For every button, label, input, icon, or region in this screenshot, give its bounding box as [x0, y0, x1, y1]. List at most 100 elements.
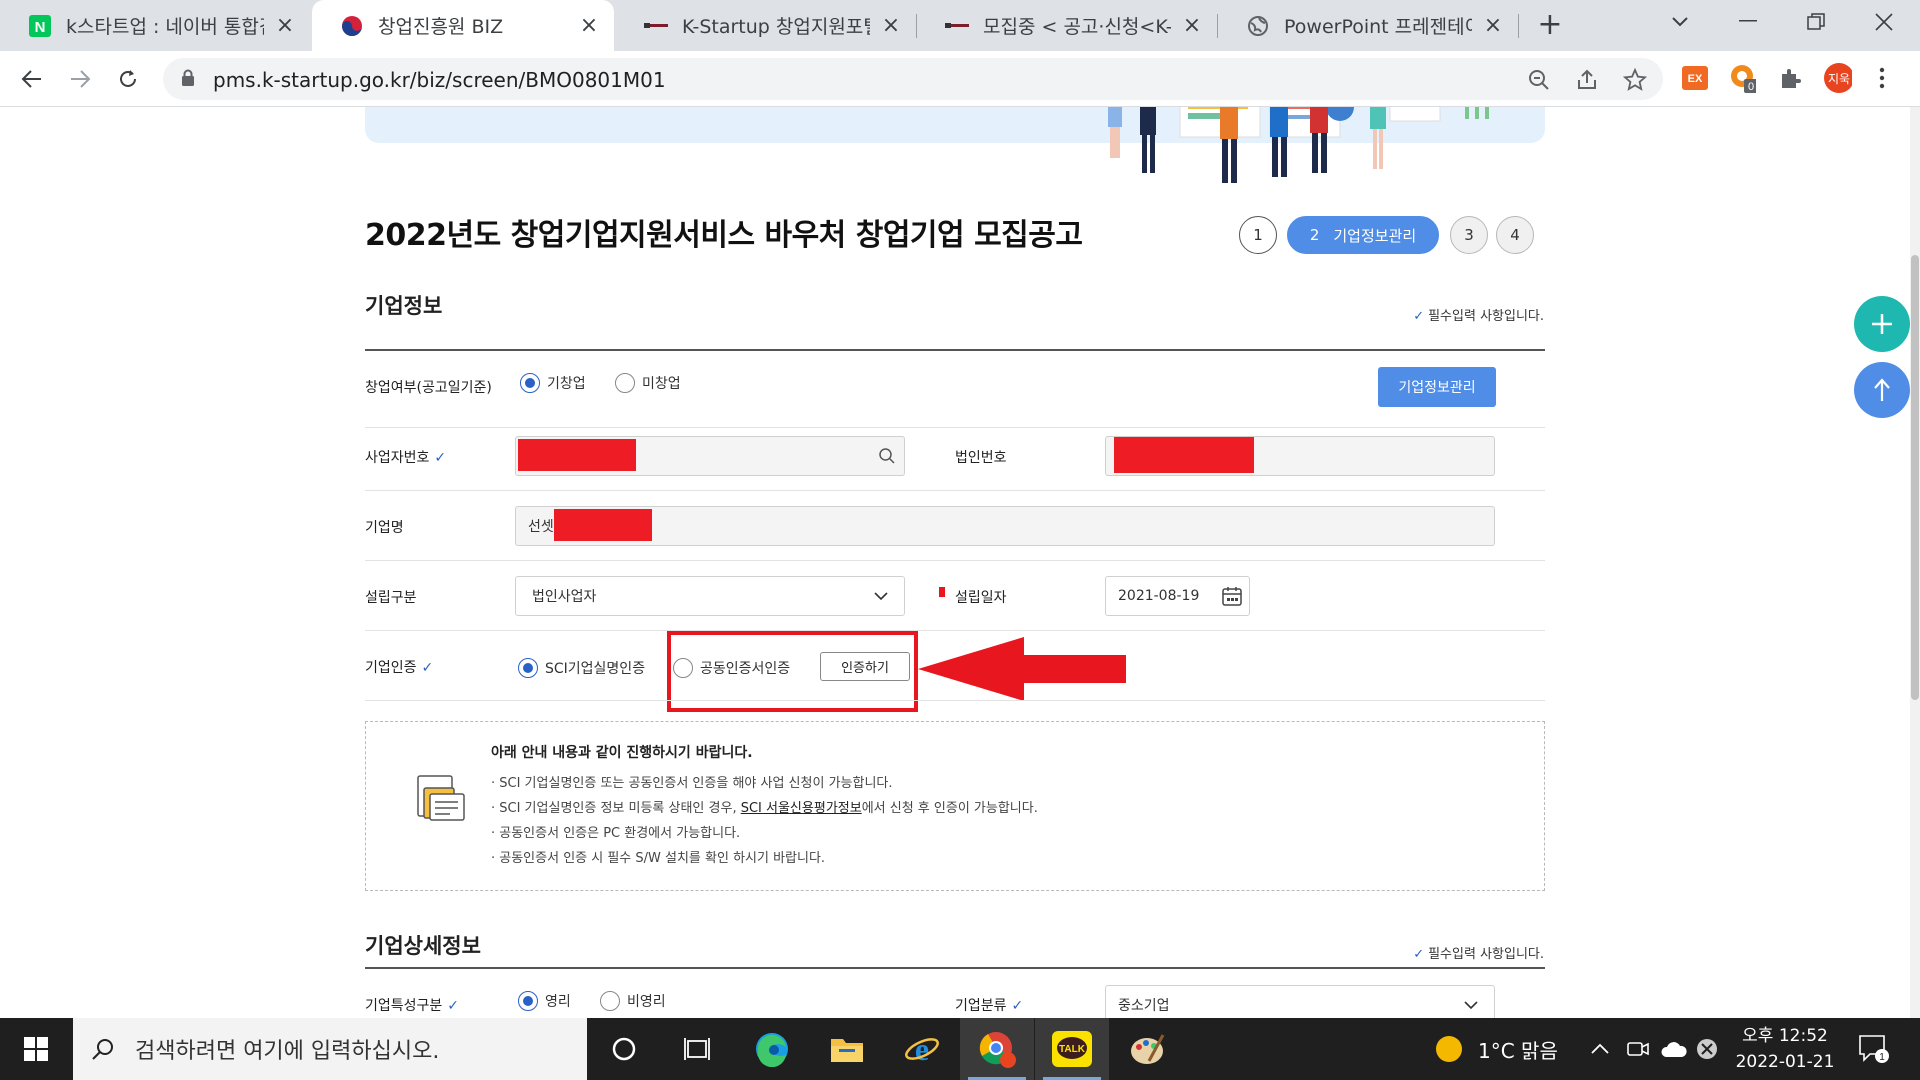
clock-time: 오후 12:52 [1742, 1026, 1828, 1046]
taskbar-edge[interactable] [735, 1018, 809, 1080]
est-type-label: 설립구분 [365, 590, 417, 606]
step-2-active[interactable]: 2 기업정보관리 [1287, 216, 1439, 254]
check-icon: ✓ [434, 450, 447, 466]
kstartup-icon [945, 14, 969, 38]
cortana-button[interactable] [587, 1018, 661, 1080]
reload-icon [120, 70, 136, 87]
check-icon: ✓ [447, 998, 460, 1014]
tray-overflow-button[interactable] [1590, 1018, 1610, 1080]
guide-box: 아래 안내 내용과 같이 진행하시기 바랍니다. · SCI 기업실명인증 또는… [365, 721, 1545, 891]
tray-status-icon[interactable] [1696, 1018, 1718, 1080]
taskbar-clock[interactable]: 오후 12:52 2022-01-21 [1720, 1023, 1850, 1075]
biz-number-field[interactable] [515, 436, 905, 476]
puzzle-extensions-icon[interactable] [1776, 64, 1804, 92]
svg-text:TALK: TALK [1059, 1044, 1086, 1055]
weather-text: 1°C 맑음 [1478, 1038, 1558, 1063]
share-icon[interactable] [1575, 68, 1599, 92]
windows-taskbar: 검색하려면 여기에 입력하십시오. e TALK 1°C 맑음 오후 12:52 [0, 1018, 1920, 1080]
address-bar[interactable]: pms.k-startup.go.kr/biz/screen/BMO0801M0… [163, 58, 1663, 100]
check-icon: ✓ [1011, 998, 1024, 1014]
tab-naver[interactable]: N k스타트업 : 네이버 통합검 × [0, 0, 310, 51]
close-circle-icon [1697, 1039, 1717, 1059]
taskbar-kakaotalk[interactable]: TALK [1035, 1018, 1109, 1080]
close-icon[interactable]: × [1482, 14, 1504, 37]
radio-dot [518, 658, 538, 678]
radio-dot [518, 991, 538, 1011]
extension-badge-icon[interactable]: 0 [1728, 64, 1756, 93]
close-window-button[interactable] [1854, 0, 1914, 44]
new-tab-button[interactable]: + [1535, 10, 1565, 40]
tab-powerpoint[interactable]: PowerPoint 프레젠테이션 × [1218, 0, 1518, 51]
biz-number-label: 사업자번호 ✓ [365, 450, 447, 466]
taskbar-file-explorer[interactable] [810, 1018, 884, 1080]
scroll-top-fab-button[interactable] [1854, 362, 1910, 418]
task-view-button[interactable] [660, 1018, 734, 1080]
task-view-icon [684, 1038, 710, 1060]
radio-profit[interactable]: 영리 [518, 991, 571, 1011]
tab-search-button[interactable] [1650, 0, 1710, 44]
search-icon[interactable] [878, 447, 896, 465]
step-1[interactable]: 1 [1239, 216, 1277, 254]
zoom-icon[interactable] [1527, 68, 1551, 92]
scrollbar-thumb[interactable] [1911, 255, 1919, 700]
tab-title: K-Startup 창업지원포털 [682, 16, 870, 38]
reload-button[interactable] [112, 63, 144, 95]
radio-nonprofit[interactable]: 비영리 [600, 991, 666, 1011]
add-fab-button[interactable] [1854, 296, 1910, 352]
company-info-manage-button[interactable]: 기업정보관리 [1378, 367, 1496, 407]
close-icon[interactable]: × [274, 14, 296, 37]
close-icon[interactable]: × [880, 14, 902, 37]
back-button[interactable] [16, 63, 48, 95]
profile-avatar[interactable]: 지욱 [1824, 63, 1852, 93]
close-icon[interactable]: × [1181, 14, 1203, 37]
est-date-field[interactable]: 2021-08-19 [1105, 576, 1250, 616]
step-4[interactable]: 4 [1496, 216, 1534, 254]
est-type-select[interactable]: 법인사업자 [515, 576, 905, 616]
radio-sci-cert[interactable]: SCI기업실명인증 [518, 658, 645, 678]
company-name-field[interactable]: 선셋 [515, 506, 1495, 546]
check-icon: ✓ [1413, 947, 1425, 962]
notification-center-button[interactable]: 1 [1858, 1018, 1890, 1080]
corp-number-field[interactable] [1105, 436, 1495, 476]
ex-extension-icon[interactable]: EX [1681, 64, 1709, 92]
close-icon[interactable]: × [578, 14, 600, 37]
row-divider [365, 427, 1545, 428]
guide-title: 아래 안내 내용과 같이 진행하시기 바랍니다. [491, 745, 753, 761]
tab-kstartup[interactable]: K-Startup 창업지원포털 × [616, 0, 916, 51]
radio-not-founded[interactable]: 미창업 [615, 373, 681, 393]
tab-kised-biz[interactable]: 창업진흥원 BIZ × [312, 0, 614, 51]
people-illustration [1108, 107, 1489, 183]
folder-icon [831, 1039, 863, 1062]
page-viewport: 2022년도 창업기업지원서비스 바우처 창업기업 모집공고 1 2 기업정보관… [0, 107, 1920, 1018]
est-type-value: 법인사업자 [532, 589, 597, 605]
taskbar-paint[interactable] [1110, 1018, 1184, 1080]
cortana-circle-icon [612, 1037, 636, 1061]
camera-icon [1627, 1042, 1649, 1056]
tray-meet-icon[interactable] [1626, 1018, 1650, 1080]
menu-kebab-icon[interactable] [1868, 64, 1896, 92]
radio-dot [600, 991, 620, 1011]
taskbar-internet-explorer[interactable]: e [885, 1018, 959, 1080]
kstartup-icon [644, 14, 668, 38]
calendar-icon[interactable] [1221, 585, 1243, 607]
bookmark-star-icon[interactable] [1622, 67, 1648, 92]
kised-icon [340, 14, 364, 38]
company-name-label: 기업명 [365, 520, 404, 536]
tray-onedrive-icon[interactable] [1660, 1018, 1688, 1080]
taskbar-search-box[interactable]: 검색하려면 여기에 입력하십시오. [73, 1018, 587, 1080]
taskbar-chrome[interactable] [960, 1018, 1034, 1080]
weather-widget[interactable]: 1°C 맑음 [1434, 1018, 1558, 1080]
company-class-select[interactable]: 중소기업 [1105, 985, 1495, 1018]
tab-recruiting[interactable]: 모집중 < 공고·신청<K-St × [917, 0, 1217, 51]
naver-icon: N [28, 14, 52, 38]
forward-button[interactable] [64, 63, 96, 95]
sci-link[interactable]: SCI 서울신용평가정보 [741, 801, 862, 816]
chevron-down-icon [1672, 17, 1688, 27]
section-title-company-detail: 기업상세정보 [365, 934, 481, 958]
globe-icon [1246, 14, 1270, 38]
radio-founded[interactable]: 기창업 [520, 373, 586, 393]
start-button[interactable] [0, 1018, 72, 1080]
restore-button[interactable] [1786, 0, 1846, 44]
minimize-button[interactable] [1718, 0, 1778, 44]
step-3[interactable]: 3 [1450, 216, 1488, 254]
